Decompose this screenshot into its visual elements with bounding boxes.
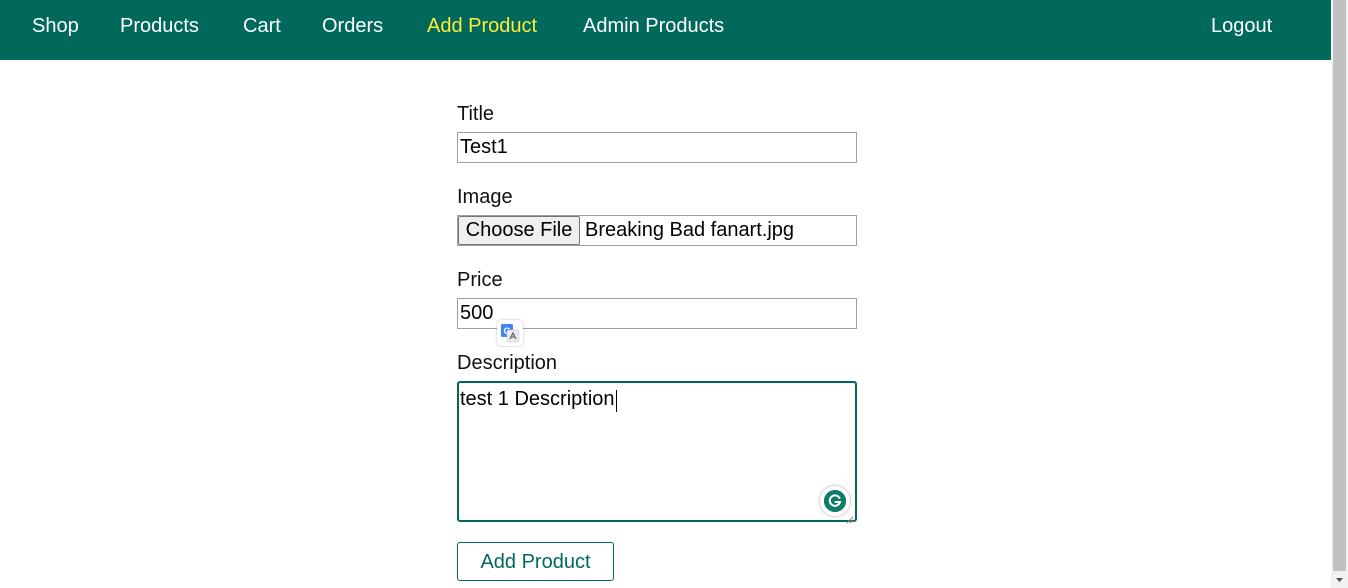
description-textarea[interactable]: test 1 Description xyxy=(457,381,857,524)
image-file-input[interactable]: Choose File Breaking Bad fanart.jpg xyxy=(457,215,857,246)
grammarly-icon[interactable] xyxy=(820,486,850,516)
price-label: Price xyxy=(457,269,503,291)
description-label: Description xyxy=(457,352,558,374)
nav-link-cart[interactable]: Cart xyxy=(243,13,281,39)
page: Shop Products Cart Orders Add Product Ad… xyxy=(0,0,1348,588)
nav-link-products[interactable]: Products xyxy=(120,13,199,39)
scrollbar-thumb[interactable] xyxy=(1333,0,1346,571)
google-translate-icon[interactable]: G xyxy=(497,320,523,346)
nav-link-add-product[interactable]: Add Product xyxy=(427,13,537,39)
nav-link-admin-products[interactable]: Admin Products xyxy=(583,13,724,39)
grammarly-logo xyxy=(824,490,846,512)
selected-file-name: Breaking Bad fanart.jpg xyxy=(585,219,795,241)
scroll-down-arrow-icon[interactable] xyxy=(1331,571,1348,588)
title-label: Title xyxy=(457,103,495,125)
title-input[interactable]: Test1 xyxy=(457,132,857,163)
title-input-value: Test1 xyxy=(460,136,508,158)
choose-file-button[interactable]: Choose File xyxy=(458,216,580,245)
description-textarea-value: test 1 Description xyxy=(460,388,615,410)
nav-link-logout[interactable]: Logout xyxy=(1211,13,1272,39)
vertical-scrollbar[interactable] xyxy=(1331,0,1348,588)
textarea-resize-handle[interactable] xyxy=(846,511,854,524)
add-product-submit-button[interactable]: Add Product xyxy=(457,542,614,581)
nav-link-orders[interactable]: Orders xyxy=(322,13,383,39)
text-caret xyxy=(615,389,617,412)
main-header: Shop Products Cart Orders Add Product Ad… xyxy=(0,0,1331,60)
image-label: Image xyxy=(457,186,513,208)
nav-link-shop[interactable]: Shop xyxy=(32,13,79,39)
price-input-value: 500 xyxy=(460,302,494,324)
